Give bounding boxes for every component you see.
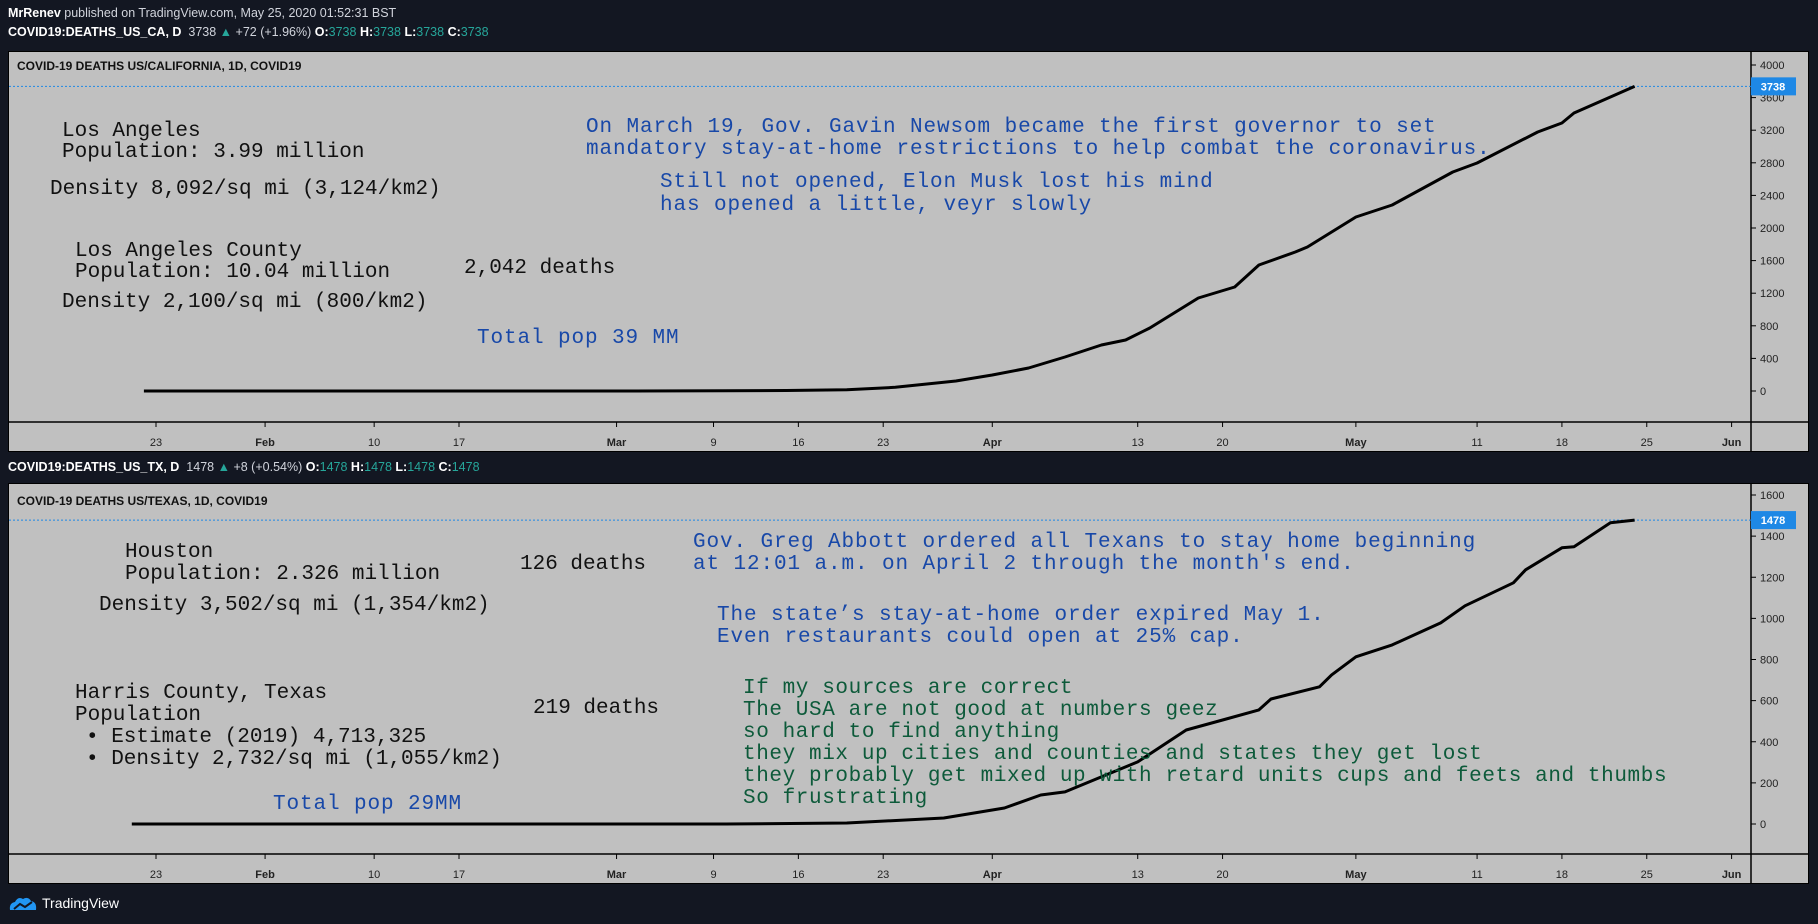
y-tick-label: 200 (1760, 778, 1778, 790)
y-tick-label: 600 (1760, 696, 1778, 708)
annotation-county: Los Angeles County (75, 240, 302, 263)
x-tick-label: 17 (453, 437, 465, 449)
y-tick-label: 1200 (1760, 572, 1784, 584)
x-tick-label: 9 (710, 437, 716, 449)
x-tick-label: 13 (1132, 869, 1144, 881)
last-value-label: 3738 (1761, 81, 1785, 93)
y-tick-label: 0 (1760, 386, 1766, 398)
y-tick-label: 1000 (1760, 613, 1784, 625)
y-tick-label: 800 (1760, 321, 1778, 333)
annotation-city-density: Density 3,502/sq mi (1,354/km2) (99, 594, 490, 617)
annotation-county-deaths: 219 deaths (533, 697, 660, 720)
tradingview-cloud-icon (9, 897, 37, 910)
x-tick-label: 25 (1641, 437, 1653, 449)
annotation-rant-line: they mix up cities and counties and stat… (743, 743, 1483, 766)
y-tick-label: 400 (1760, 737, 1778, 749)
tradingview-logo[interactable]: TradingView (8, 894, 119, 912)
y-tick-label: 1600 (1760, 256, 1784, 268)
annotation-county-deaths: 2,042 deaths (464, 257, 616, 280)
annotation-note: Gov. Greg Abbott ordered all Texans to s… (693, 531, 1477, 554)
x-tick-label: 18 (1556, 869, 1568, 881)
x-tick-label: Mar (607, 437, 627, 449)
y-tick-label: 3200 (1760, 125, 1784, 137)
annotation-county: Harris County, Texas (75, 682, 328, 705)
x-tick-label: Jun (1722, 437, 1742, 449)
y-tick-label: 1600 (1760, 490, 1784, 502)
x-tick-label: 9 (710, 869, 716, 881)
y-tick-label: 0 (1760, 819, 1766, 831)
annotation-city-deaths: 126 deaths (520, 553, 647, 576)
annotation-rant-line: so hard to find anything (743, 721, 1060, 744)
annotation-county-pop: Population (75, 704, 202, 727)
y-tick-label: 800 (1760, 655, 1778, 667)
x-tick-label: 20 (1216, 869, 1228, 881)
annotation-note: has opened a little, veyr slowly (660, 194, 1093, 217)
y-tick-label: 4000 (1760, 60, 1784, 72)
annotation-city-pop: Population: 3.99 million (62, 141, 365, 164)
x-tick-label: Apr (983, 869, 1003, 881)
annotation-note: Even restaurants could open at 25% cap. (717, 626, 1244, 649)
x-tick-label: 10 (368, 437, 380, 449)
x-tick-label: 11 (1471, 437, 1482, 449)
annotation-county-density: Density 2,100/sq mi (800/km2) (62, 291, 428, 314)
x-tick-label: 13 (1132, 437, 1144, 449)
y-tick-label: 400 (1760, 353, 1778, 365)
x-tick-label: 23 (150, 869, 162, 881)
x-tick-label: 16 (792, 437, 804, 449)
x-tick-label: Apr (983, 437, 1003, 449)
y-tick-label: 2400 (1760, 190, 1784, 202)
annotation-city-density: Density 8,092/sq mi (3,124/km2) (50, 178, 441, 201)
x-tick-label: 16 (792, 869, 804, 881)
x-tick-label: May (1345, 869, 1367, 881)
x-tick-label: 11 (1471, 869, 1482, 881)
annotation-note: mandatory stay-at-home restrictions to h… (586, 138, 1491, 161)
x-tick-label: Mar (607, 869, 627, 881)
x-tick-label: 18 (1556, 437, 1568, 449)
y-tick-label: 2000 (1760, 223, 1784, 235)
annotation-total-pop: Total pop 29MM (273, 793, 463, 816)
annotation-note: at 12:01 a.m. on April 2 through the mon… (693, 553, 1355, 576)
annotation-rant-line: So frustrating (743, 787, 928, 810)
x-tick-label: 23 (877, 869, 889, 881)
x-tick-label: 20 (1216, 437, 1228, 449)
x-tick-label: 17 (453, 869, 465, 881)
annotation-rant-line: The USA are not good at numbers geez (743, 699, 1219, 722)
annotation-county-pop: Population: 10.04 million (75, 261, 391, 284)
x-tick-label: Feb (255, 869, 275, 881)
annotation-total-pop: Total pop 39 MM (477, 327, 680, 350)
annotation-county-density: • Density 2,732/sq mi (1,055/km2) (86, 748, 502, 771)
brand-name: TradingView (42, 895, 120, 911)
x-tick-label: May (1345, 437, 1367, 449)
y-tick-label: 1200 (1760, 288, 1784, 300)
x-tick-label: 23 (150, 437, 162, 449)
annotation-note: Still not opened, Elon Musk lost his min… (660, 171, 1214, 194)
y-tick-label: 1400 (1760, 531, 1784, 543)
annotation-note: The state’s stay-at-home order expired M… (717, 604, 1325, 627)
x-tick-label: Feb (255, 437, 275, 449)
x-tick-label: Jun (1722, 869, 1742, 881)
annotation-city: Houston (125, 541, 214, 564)
annotation-rant-line: If my sources are correct (743, 677, 1074, 700)
last-value-label: 1478 (1761, 515, 1785, 527)
annotation-rant-line: they probably get mixed up with retard u… (743, 765, 1668, 788)
x-tick-label: 23 (877, 437, 889, 449)
y-tick-label: 2800 (1760, 158, 1784, 170)
annotation-note: On March 19, Gov. Gavin Newsom became th… (586, 116, 1437, 139)
x-tick-label: 25 (1641, 869, 1653, 881)
annotation-city: Los Angeles (62, 120, 201, 143)
annotation-city-pop: Population: 2.326 million (125, 563, 441, 586)
annotation-county-estimate: • Estimate (2019) 4,713,325 (86, 726, 427, 749)
x-tick-label: 10 (368, 869, 380, 881)
